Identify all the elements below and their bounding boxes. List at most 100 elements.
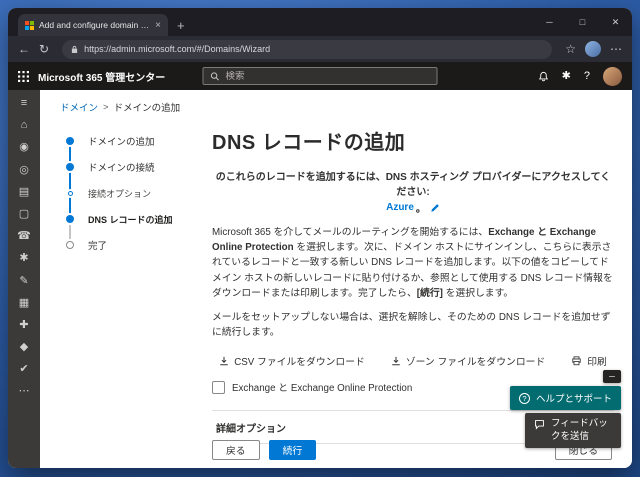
wizard-step-done: 完了	[60, 232, 212, 258]
wizard-steps: ドメインの追加 ドメインの接続 接続オプション DNS レコードの追加 完了	[60, 124, 212, 444]
tab-title: Add and configure domain - Mic	[39, 20, 151, 30]
rail-users-icon[interactable]: ◉	[19, 141, 29, 154]
refresh-icon[interactable]: ↻	[39, 43, 49, 55]
step-label: ドメインの追加	[88, 137, 155, 148]
app-launcher-waffle-icon[interactable]	[8, 62, 38, 90]
step-label: DNS レコードの追加	[88, 214, 173, 225]
edit-pencil-icon[interactable]	[430, 203, 440, 213]
continue-button[interactable]: 続行	[268, 440, 317, 460]
action-label: CSV ファイルをダウンロード	[234, 357, 365, 369]
step-label: ドメインの接続	[88, 163, 155, 174]
search-icon	[210, 71, 220, 81]
help-circle-icon: ?	[518, 392, 530, 404]
step-dot-open	[66, 241, 74, 249]
lock-icon	[71, 45, 78, 54]
download-csv-button[interactable]: CSV ファイルをダウンロード	[219, 354, 365, 368]
step-dot-current	[66, 215, 74, 223]
browser-window: Add and configure domain - Mic × + ─ □ ✕…	[8, 8, 632, 468]
window-close-button[interactable]: ✕	[599, 8, 632, 36]
wizard-step-add-domain: ドメインの追加	[60, 128, 212, 154]
provider-text: のこれらのレコードを追加するには、DNS ホスティング プロバイダーにアクセスし…	[215, 172, 611, 198]
window-maximize-button[interactable]: □	[566, 8, 599, 36]
rail-reports-icon[interactable]: ▦	[19, 297, 29, 310]
download-icon	[391, 356, 401, 366]
advanced-options-label: 詳細オプション	[216, 423, 286, 435]
breadcrumb: ドメイン > ドメインの追加	[40, 90, 632, 115]
step-dot-done	[66, 163, 74, 171]
search-box[interactable]	[202, 67, 438, 85]
send-feedback-button[interactable]: フィードバックを送信	[525, 413, 621, 448]
step-dot-done	[66, 137, 74, 145]
download-zone-file-button[interactable]: ゾーン ファイルをダウンロード	[391, 354, 545, 368]
address-bar[interactable]: https://admin.microsoft.com/#/Domains/Wi…	[62, 39, 553, 59]
rail-settings-icon[interactable]: ✱	[19, 252, 28, 265]
window-minimize-button[interactable]: ─	[533, 8, 566, 36]
breadcrumb-link-domains[interactable]: ドメイン	[60, 100, 98, 114]
workspace: ≡ ⌂ ◉ ◎ ▤ ▢ ☎ ✱ ✎ ▦ ✚ ◆ ✔ ⋯ ドメイン > ドメインの…	[8, 90, 632, 468]
browser-profile-avatar[interactable]	[585, 41, 601, 57]
notifications-bell-icon[interactable]	[538, 71, 549, 82]
breadcrumb-separator: >	[103, 101, 109, 113]
floating-help-stack: ─ ? ヘルプとサポート フィードバックを送信	[509, 370, 621, 448]
rail-billing-icon[interactable]: ▤	[19, 186, 29, 199]
action-label: ゾーン ファイルをダウンロード	[405, 357, 546, 369]
checkbox-label: Exchange と Exchange Online Protection	[232, 383, 413, 395]
back-button[interactable]: 戻る	[212, 440, 260, 460]
window-controls: ─ □ ✕	[533, 8, 632, 36]
rail-devices-icon[interactable]: ▢	[19, 208, 29, 221]
browser-more-icon[interactable]: ⋯	[610, 43, 622, 55]
exchange-checkbox[interactable]	[212, 380, 225, 394]
download-icon	[219, 356, 229, 366]
settings-icon[interactable]: ✱	[562, 70, 571, 82]
dns-provider-line: のこれらのレコードを追加するには、DNS ホスティング プロバイダーにアクセスし…	[212, 168, 614, 215]
help-support-button[interactable]: ? ヘルプとサポート	[509, 386, 621, 411]
tab-close-icon[interactable]: ×	[155, 20, 161, 31]
help-widget-minimize-button[interactable]: ─	[603, 370, 621, 384]
browser-toolbar: ← ↻ https://admin.microsoft.com/#/Domain…	[8, 36, 632, 62]
page-title: DNS レコードの追加	[212, 132, 406, 154]
page-content: ドメイン > ドメインの追加 ドメインの追加 ドメインの接続 接続オプション D…	[40, 90, 632, 468]
provider-suffix: 。	[415, 204, 426, 215]
back-icon[interactable]: ←	[18, 43, 30, 55]
favorites-star-icon[interactable]: ☆	[565, 43, 576, 55]
help-icon[interactable]: ?	[584, 70, 590, 82]
step-label: 接続オプション	[88, 188, 152, 199]
paragraph-text: を選択します。	[442, 287, 514, 299]
action-label: 印刷	[587, 357, 607, 369]
print-icon	[571, 356, 582, 366]
rail-groups-icon[interactable]: ◎	[19, 164, 29, 177]
provider-azure-link[interactable]: Azure	[386, 202, 414, 213]
paragraph-bold: [続行]	[416, 287, 443, 299]
wizard-step-add-dns-records: DNS レコードの追加	[60, 206, 212, 232]
wizard-step-connection-options: 接続オプション	[60, 180, 212, 206]
desktop-background: Add and configure domain - Mic × + ─ □ ✕…	[0, 0, 640, 477]
wizard-step-connect-domain: ドメインの接続	[60, 154, 212, 180]
rail-security-icon[interactable]: ◆	[20, 341, 28, 354]
left-nav-rail: ≡ ⌂ ◉ ◎ ▤ ▢ ☎ ✱ ✎ ▦ ✚ ◆ ✔ ⋯	[8, 90, 40, 468]
rail-compliance-icon[interactable]: ✔	[19, 363, 28, 376]
breadcrumb-current: ドメインの追加	[113, 103, 181, 114]
step-label: 完了	[88, 241, 108, 252]
browser-tab[interactable]: Add and configure domain - Mic ×	[18, 14, 168, 36]
rail-setup-icon[interactable]: ✎	[19, 275, 28, 288]
rail-menu-icon[interactable]: ≡	[21, 97, 27, 110]
help-support-label: ヘルプとサポート	[535, 394, 612, 406]
send-feedback-label: フィードバックを送信	[551, 418, 608, 442]
print-button[interactable]: 印刷	[571, 354, 607, 368]
rail-more-icon[interactable]: ⋯	[19, 385, 30, 398]
rail-health-icon[interactable]: ✚	[19, 319, 28, 332]
rail-home-icon[interactable]: ⌂	[21, 119, 28, 132]
search-input[interactable]	[225, 70, 430, 82]
record-actions: CSV ファイルをダウンロード ゾーン ファイルをダウンロード 印刷	[212, 354, 614, 368]
rail-support-icon[interactable]: ☎	[17, 230, 31, 243]
header-actions: ✱ ?	[538, 66, 632, 86]
browser-titlebar: Add and configure domain - Mic × + ─ □ ✕	[8, 8, 632, 36]
app-title[interactable]: Microsoft 365 管理センター	[38, 69, 165, 84]
paragraph-text: Microsoft 365 を介してメールのルーティングを開始するには、	[212, 227, 489, 238]
new-tab-button[interactable]: +	[177, 19, 185, 32]
user-avatar[interactable]	[603, 66, 622, 86]
url-text: https://admin.microsoft.com/#/Domains/Wi…	[84, 44, 271, 54]
m365-header: Microsoft 365 管理センター ✱ ?	[8, 62, 632, 90]
intro-paragraph: Microsoft 365 を介してメールのルーティングを開始するには、Exch…	[212, 225, 614, 301]
feedback-speech-icon	[534, 419, 545, 430]
